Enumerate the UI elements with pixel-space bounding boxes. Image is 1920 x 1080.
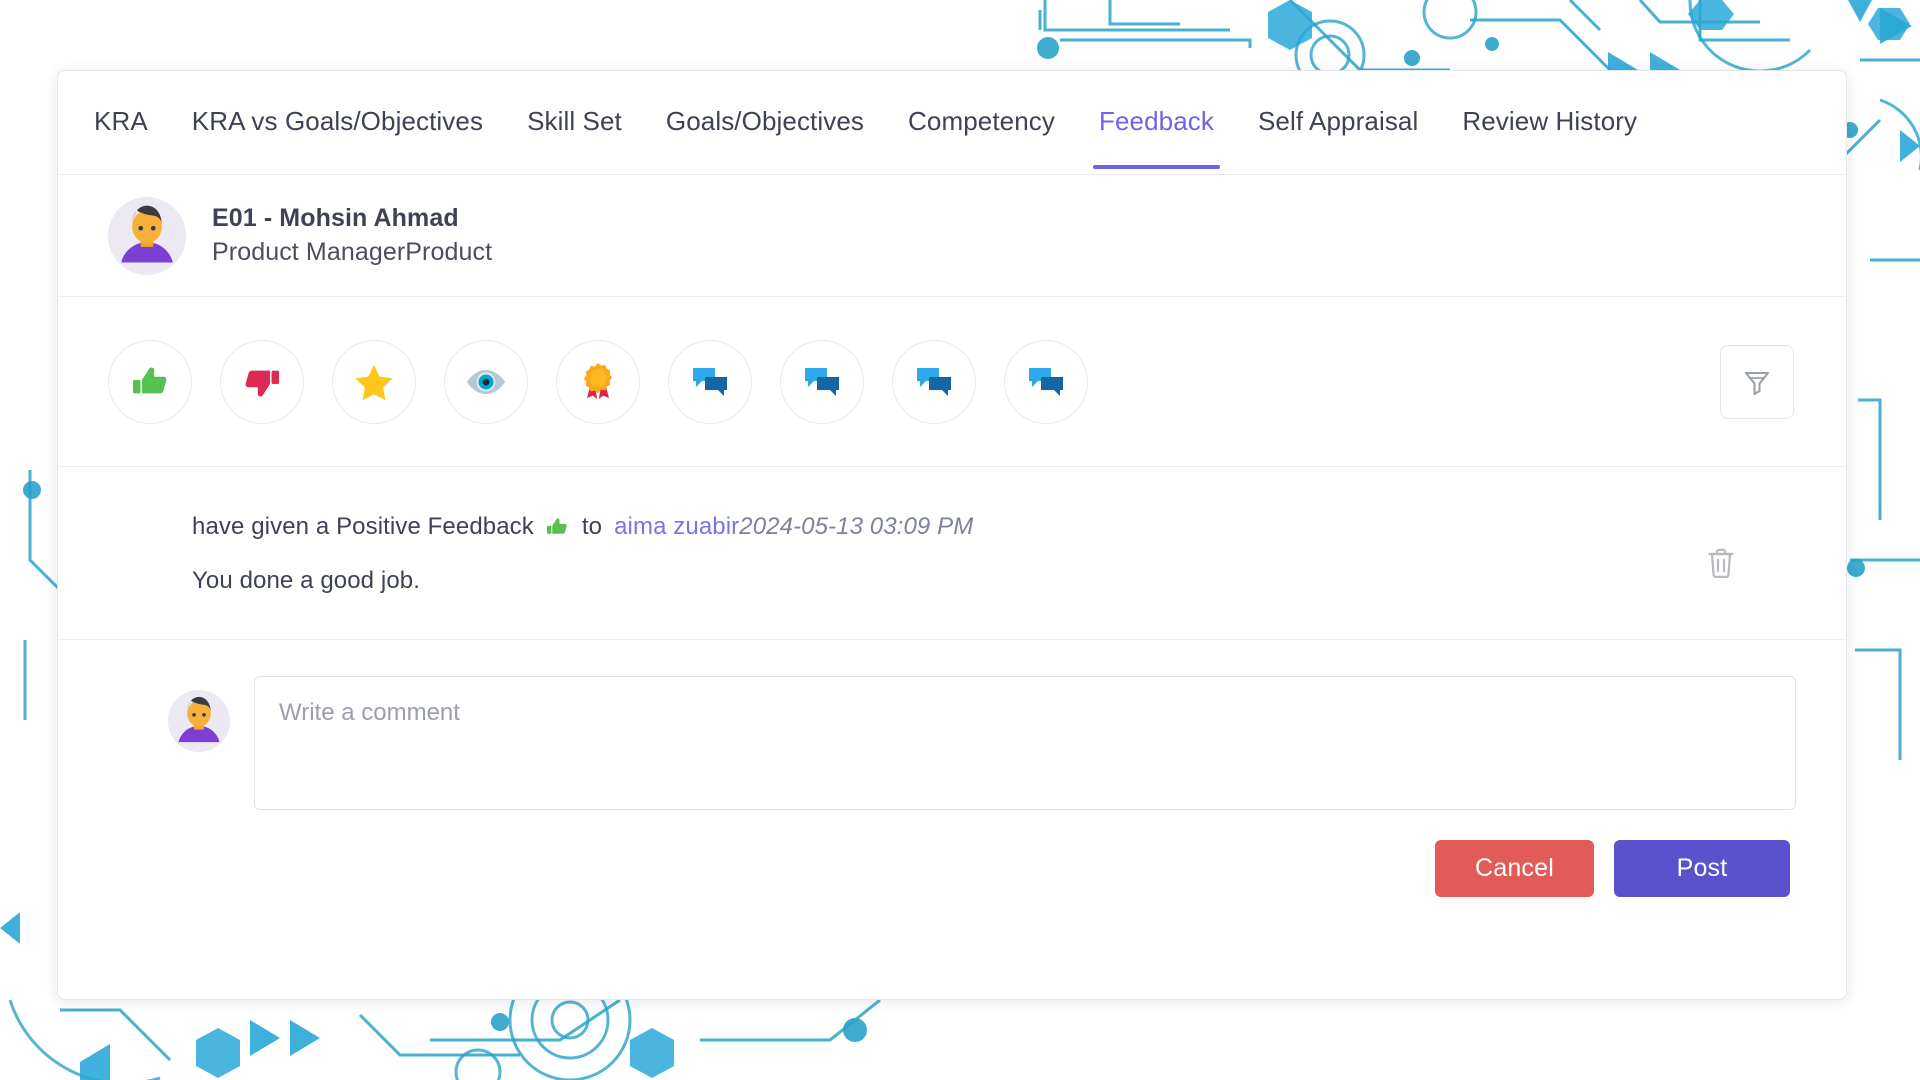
comment-input[interactable]	[254, 676, 1796, 810]
reaction-chat-button-2[interactable]	[780, 339, 864, 424]
tab-goals-objectives[interactable]: Goals/Objectives	[644, 76, 886, 169]
feedback-modal-card: KRA KRA vs Goals/Objectives Skill Set Go…	[57, 70, 1847, 1000]
feedback-headline: have given a Positive Feedback to aima z…	[192, 513, 1796, 541]
tab-feedback[interactable]: Feedback	[1077, 76, 1236, 169]
delete-feedback-button[interactable]	[1706, 547, 1736, 582]
tab-self-appraisal[interactable]: Self Appraisal	[1236, 76, 1440, 169]
profile-text: E01 - Mohsin Ahmad Product ManagerProduc…	[212, 202, 492, 269]
employee-profile: E01 - Mohsin Ahmad Product ManagerProduc…	[58, 175, 1846, 297]
thumbs-up-icon	[133, 367, 167, 393]
thumbs-down-icon	[245, 370, 279, 396]
reaction-chat-button-4[interactable]	[1004, 339, 1088, 424]
tab-review-history[interactable]: Review History	[1440, 76, 1659, 169]
tab-kra-vs-goals[interactable]: KRA vs Goals/Objectives	[170, 76, 505, 169]
footer-actions: Cancel Post	[58, 810, 1846, 897]
post-button[interactable]: Post	[1614, 840, 1790, 897]
speech-bubbles-icon	[693, 367, 727, 396]
cancel-button[interactable]: Cancel	[1434, 840, 1594, 897]
reaction-chat-button-3[interactable]	[892, 339, 976, 424]
trash-icon	[1708, 548, 1734, 579]
user-avatar-icon	[108, 196, 186, 275]
funnel-filter-icon	[1744, 371, 1770, 395]
reaction-thumbs-up-button[interactable]	[108, 339, 192, 424]
comment-composer	[58, 640, 1846, 810]
feedback-timestamp: 2024-05-13 03:09 PM	[739, 513, 974, 540]
feedback-comment-text: You done a good job.	[192, 567, 420, 594]
feedback-to-label: to	[581, 513, 603, 540]
filter-button[interactable]	[1720, 344, 1794, 419]
award-medal-icon	[583, 362, 613, 399]
tab-bar: KRA KRA vs Goals/Objectives Skill Set Go…	[58, 71, 1846, 175]
tab-kra[interactable]: KRA	[72, 76, 170, 169]
feedback-action-text: have given a Positive Feedback	[192, 513, 534, 540]
tab-skill-set[interactable]: Skill Set	[505, 76, 644, 169]
tab-competency[interactable]: Competency	[886, 76, 1077, 169]
feedback-recipient-link[interactable]: aima zuabir	[614, 513, 739, 541]
employee-name: E01 - Mohsin Ahmad	[212, 204, 459, 233]
thumbs-up-icon	[544, 514, 570, 540]
reaction-eye-button[interactable]	[444, 339, 528, 424]
user-avatar-icon	[168, 690, 230, 752]
reaction-award-button[interactable]	[556, 339, 640, 424]
speech-bubbles-icon	[805, 367, 839, 396]
employee-title: Product ManagerProduct	[212, 237, 493, 266]
reaction-list	[108, 339, 1088, 424]
eye-icon	[467, 369, 505, 394]
feedback-entry: have given a Positive Feedback to aima z…	[58, 467, 1846, 640]
speech-bubbles-icon	[1029, 367, 1063, 396]
reaction-chat-button-1[interactable]	[668, 339, 752, 424]
reactions-toolbar	[58, 297, 1846, 467]
star-icon	[355, 364, 393, 400]
speech-bubbles-icon	[917, 367, 951, 396]
reaction-star-button[interactable]	[332, 339, 416, 424]
reaction-thumbs-down-button[interactable]	[220, 339, 304, 424]
